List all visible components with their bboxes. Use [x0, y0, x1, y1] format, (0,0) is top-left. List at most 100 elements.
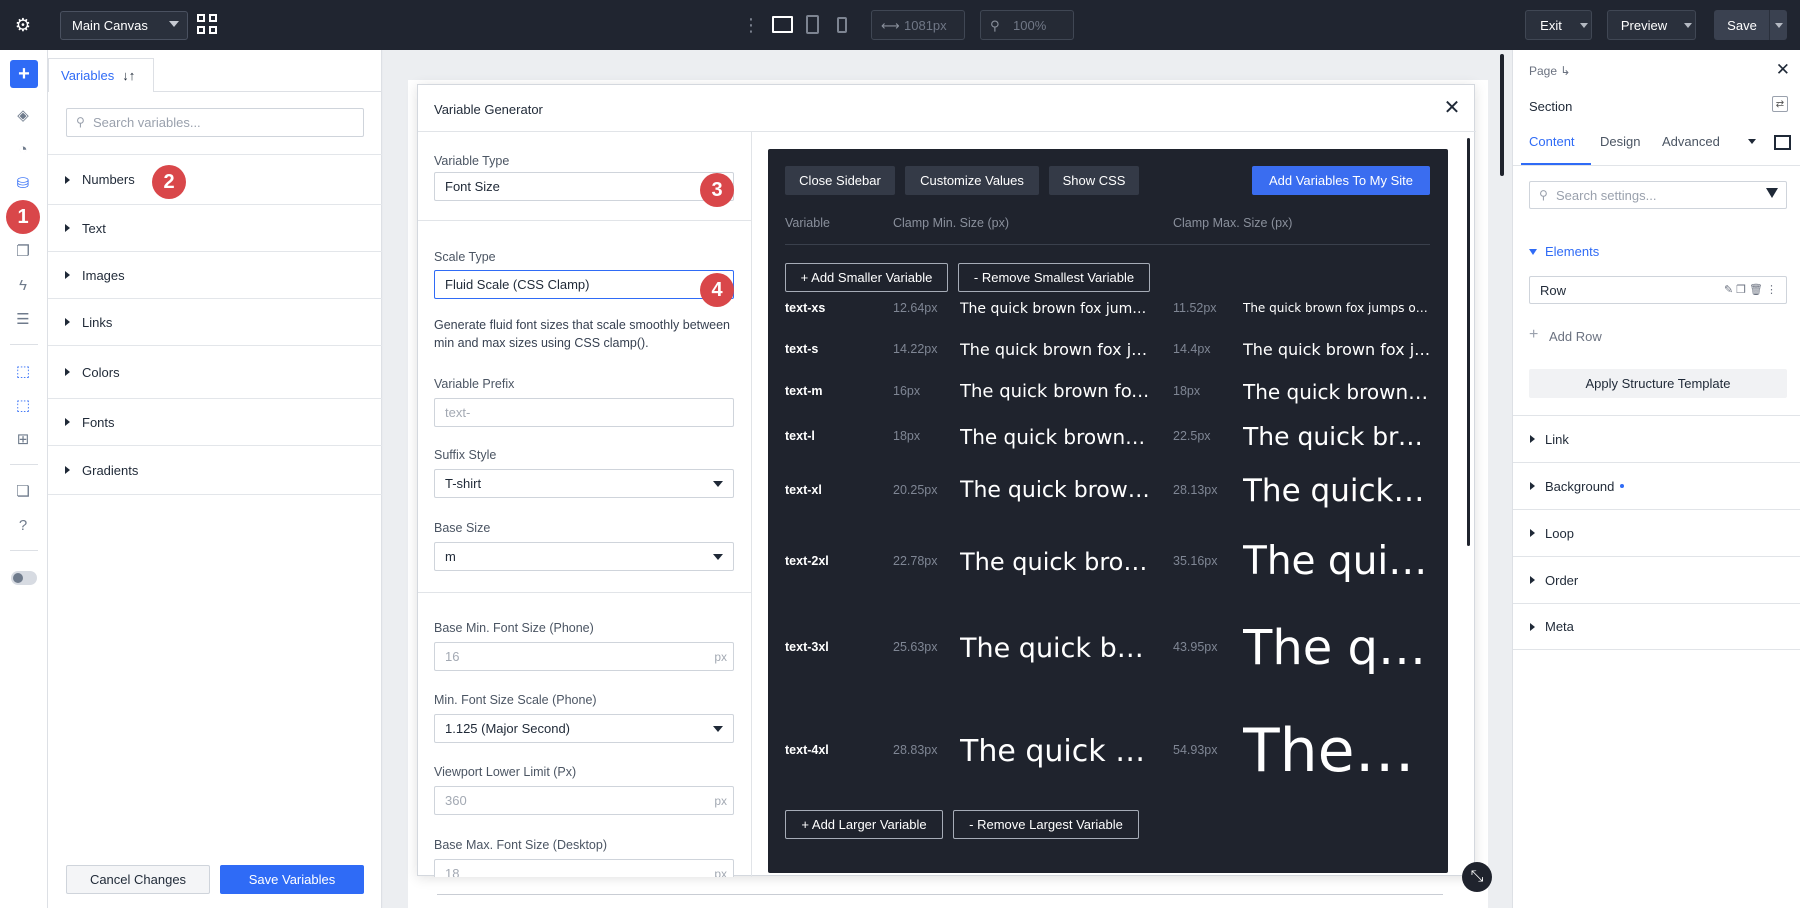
- zoom-input[interactable]: ⚲ 100%: [980, 10, 1074, 40]
- stack-icon[interactable]: ❏: [12, 480, 34, 502]
- shapes-icon[interactable]: ◔: [12, 138, 34, 160]
- variable-group-links[interactable]: Links: [48, 298, 382, 345]
- variable-group-images[interactable]: Images: [48, 251, 382, 298]
- resize-icon[interactable]: ⤡: [1462, 862, 1492, 892]
- phone-icon[interactable]: [837, 17, 847, 33]
- variable-prefix-input[interactable]: text-: [434, 398, 734, 427]
- variable-group-colors[interactable]: Colors: [48, 345, 382, 398]
- search-settings-input[interactable]: ⚲ Search settings...: [1529, 181, 1787, 209]
- accordion-label: Link: [1545, 431, 1569, 447]
- help-icon[interactable]: ?: [12, 514, 34, 536]
- variables-panel: Variables ↓↑ ⚲ Search variables... Numbe…: [48, 50, 382, 908]
- chevron-down-icon: [1683, 22, 1692, 28]
- breadcrumb-page: Page: [1529, 64, 1558, 78]
- close-icon[interactable]: ✕: [1776, 60, 1790, 80]
- variable-group-gradients[interactable]: Gradients: [48, 445, 382, 495]
- customize-values-button[interactable]: Customize Values: [905, 166, 1039, 195]
- add-larger-variable-button[interactable]: + Add Larger Variable: [785, 810, 943, 839]
- row-element[interactable]: Row ✎❐🗑⋮: [1529, 276, 1787, 304]
- base-min-input[interactable]: 16 px: [434, 642, 734, 671]
- grid-icon[interactable]: [197, 14, 219, 36]
- scale-type-select[interactable]: Fluid Scale (CSS Clamp): [434, 270, 734, 299]
- accordion-meta[interactable]: Meta: [1513, 603, 1800, 650]
- chevron-down-icon: [713, 481, 723, 487]
- add-variables-to-site-button[interactable]: Add Variables To My Site: [1252, 166, 1430, 195]
- chevron-down-icon[interactable]: [1748, 139, 1756, 144]
- preview-button[interactable]: Preview: [1607, 10, 1681, 40]
- base-max-input[interactable]: 18 px: [434, 859, 734, 877]
- cancel-changes-button[interactable]: Cancel Changes: [66, 865, 210, 894]
- add-row-button[interactable]: Add Row: [1549, 329, 1602, 344]
- canvas-scrollbar[interactable]: [1500, 54, 1504, 176]
- settings-toggle-icon[interactable]: ⇄: [1772, 96, 1788, 112]
- row-actions-icons[interactable]: ✎❐🗑⋮: [1724, 283, 1780, 296]
- remove-smallest-variable-button[interactable]: - Remove Smallest Variable: [958, 263, 1150, 292]
- cursor-select-icon[interactable]: ⬚: [12, 360, 34, 382]
- caret-right-icon: [65, 271, 70, 279]
- show-css-button[interactable]: Show CSS: [1049, 166, 1139, 195]
- variable-group-text[interactable]: Text: [48, 204, 382, 251]
- variable-type-select[interactable]: Font Size: [434, 172, 734, 201]
- save-variables-button[interactable]: Save Variables: [220, 865, 364, 894]
- cursor-select-alt-icon[interactable]: ⬚: [12, 394, 34, 416]
- toggle-icon[interactable]: [11, 571, 37, 585]
- filter-icon[interactable]: [1766, 188, 1778, 198]
- accordion-link[interactable]: Link: [1513, 415, 1800, 462]
- min-size-value: 14.22px: [893, 342, 938, 357]
- square-icon[interactable]: [1774, 135, 1791, 150]
- apply-structure-template-button[interactable]: Apply Structure Template: [1529, 369, 1787, 398]
- tab-variables[interactable]: Variables ↓↑: [48, 58, 154, 92]
- remove-largest-variable-button[interactable]: - Remove Largest Variable: [953, 810, 1139, 839]
- tablet-icon[interactable]: [806, 15, 819, 34]
- desktop-icon[interactable]: [772, 16, 793, 33]
- viewport-lower-input[interactable]: 360 px: [434, 786, 734, 815]
- variable-name: text-m: [785, 384, 823, 398]
- preview-scrollbar[interactable]: [1467, 138, 1470, 546]
- canvas-width-value: 1081px: [904, 17, 947, 33]
- gear-icon[interactable]: ⚙: [10, 12, 36, 38]
- search-variables-input[interactable]: ⚲ Search variables...: [66, 108, 364, 137]
- sliders-icon[interactable]: ☰: [12, 308, 34, 330]
- pages-icon[interactable]: ❐: [12, 240, 34, 262]
- exit-button[interactable]: Exit: [1525, 10, 1577, 40]
- tab-content[interactable]: Content: [1529, 134, 1575, 149]
- min-size-value: 22.78px: [893, 554, 938, 569]
- accordion-order[interactable]: Order: [1513, 556, 1800, 603]
- suffix-style-select[interactable]: T-shirt: [434, 469, 734, 498]
- canvas-width-input[interactable]: ⟷ 1081px: [871, 10, 965, 40]
- max-size-value: 14.4px: [1173, 342, 1211, 357]
- accordion-loop[interactable]: Loop: [1513, 509, 1800, 556]
- exit-dropdown[interactable]: [1576, 10, 1592, 40]
- breadcrumb[interactable]: Page ↳: [1529, 64, 1570, 78]
- lightning-icon[interactable]: ϟ: [12, 274, 34, 296]
- accordion-background[interactable]: Background: [1513, 462, 1800, 509]
- min-size-sample: The quick brown fox jumps over the lazy …: [960, 381, 1150, 403]
- elements-heading[interactable]: Elements: [1545, 244, 1599, 259]
- add-icon[interactable]: +: [10, 60, 38, 88]
- caret-right-icon: [65, 175, 70, 184]
- save-dropdown[interactable]: [1769, 10, 1787, 40]
- variable-group-fonts[interactable]: Fonts: [48, 398, 382, 445]
- save-button[interactable]: Save: [1714, 10, 1770, 40]
- more-vertical-icon[interactable]: ⋮: [742, 14, 760, 36]
- base-size-select[interactable]: m: [434, 542, 734, 571]
- column-header-min: Clamp Min. Size (px): [893, 216, 1009, 230]
- step-marker-3: 3: [700, 173, 734, 207]
- database-icon[interactable]: ⛁: [12, 172, 34, 194]
- variable-group-numbers[interactable]: Numbers: [48, 154, 382, 204]
- sort-icon[interactable]: ↓↑: [122, 68, 135, 83]
- close-icon[interactable]: ✕: [1438, 93, 1466, 121]
- variable-name: text-xl: [785, 483, 822, 498]
- tab-design[interactable]: Design: [1600, 134, 1640, 149]
- divider: [785, 244, 1430, 245]
- tab-advanced[interactable]: Advanced: [1662, 134, 1720, 149]
- canvas-select[interactable]: Main Canvas: [60, 11, 188, 40]
- min-scale-select[interactable]: 1.125 (Major Second): [434, 714, 734, 743]
- layers-icon[interactable]: ◈: [12, 104, 34, 126]
- accordion-label: Loop: [1545, 525, 1574, 541]
- add-smaller-variable-button[interactable]: + Add Smaller Variable: [785, 263, 948, 292]
- preview-dropdown[interactable]: [1680, 10, 1696, 40]
- template-icon[interactable]: ⊞: [12, 428, 34, 450]
- divider: [1513, 165, 1800, 166]
- close-sidebar-button[interactable]: Close Sidebar: [785, 166, 895, 195]
